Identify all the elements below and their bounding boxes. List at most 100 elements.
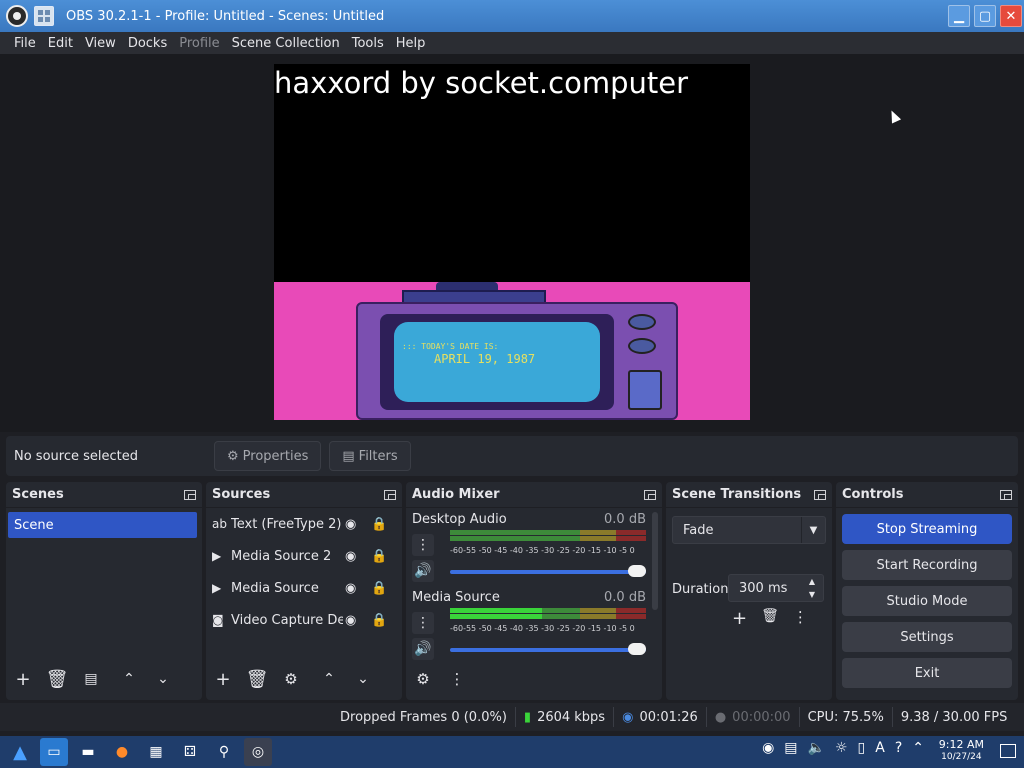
channel-menu-button[interactable]: ⋮ <box>412 612 434 634</box>
preview-canvas[interactable]: haxxord by socket.computer ::: TODAY'S D… <box>274 64 750 420</box>
move-down-icon[interactable]: ⌄ <box>350 666 376 692</box>
stop-streaming-button[interactable]: Stop Streaming <box>842 514 1012 544</box>
move-down-icon[interactable]: ⌄ <box>150 666 176 692</box>
brightness-icon[interactable]: ☼ <box>835 740 848 756</box>
properties-button[interactable]: ⚙ Properties <box>214 441 322 471</box>
usb-icon[interactable]: ▯ <box>858 740 866 756</box>
meter-scale: -60-55 -50 -45 -40 -35 -30 -25 -20 -15 -… <box>450 546 635 555</box>
file-manager-icon[interactable]: ▭ <box>40 738 68 766</box>
menu-edit[interactable]: Edit <box>42 36 79 51</box>
obs-tray-icon[interactable]: ◉ <box>762 740 774 756</box>
mixer-settings-icon[interactable]: ⚙ <box>410 666 436 692</box>
menu-help[interactable]: Help <box>390 36 432 51</box>
mixer-channel: Media Source 0.0 dB ⋮ -60-55 -50 -45 -40… <box>412 590 646 662</box>
scene-item[interactable]: Scene <box>8 512 197 538</box>
eye-icon[interactable]: ◉ <box>345 517 363 532</box>
obs-logo-icon[interactable] <box>6 5 28 27</box>
tv-scene: ::: TODAY'S DATE IS: APRIL 19, 1987 <box>274 282 750 420</box>
obs-taskbar-icon[interactable]: ◎ <box>244 738 272 766</box>
volume-meter <box>450 530 646 544</box>
minimize-button[interactable]: ▁ <box>948 5 970 27</box>
lock-icon[interactable]: 🔒 <box>371 549 387 564</box>
help-icon[interactable]: ? <box>895 740 902 756</box>
eye-icon[interactable]: ◉ <box>345 613 363 628</box>
source-item[interactable]: ▶ Media Source ◉ 🔒 <box>212 574 398 602</box>
lock-icon[interactable]: 🔒 <box>371 581 387 596</box>
mixer-menu-icon[interactable]: ⋮ <box>444 666 470 692</box>
eye-icon[interactable]: ◉ <box>345 581 363 596</box>
move-up-icon[interactable]: ⌃ <box>316 666 342 692</box>
calculator-icon[interactable]: ▦ <box>142 738 170 766</box>
exit-button[interactable]: Exit <box>842 658 1012 688</box>
keyboard-layout-icon[interactable]: A <box>875 740 885 756</box>
menu-view[interactable]: View <box>79 36 122 51</box>
trash-icon[interactable]: 🗑 <box>761 608 779 629</box>
sources-title: Sources <box>212 487 271 502</box>
firefox-icon[interactable]: ● <box>108 738 136 766</box>
undock-icon[interactable] <box>1000 489 1012 500</box>
undock-icon[interactable] <box>814 489 826 500</box>
preview-area[interactable]: haxxord by socket.computer ::: TODAY'S D… <box>0 54 1024 432</box>
transition-select[interactable]: Fade ▼ <box>672 516 826 544</box>
source-item[interactable]: ab Text (FreeType 2) ◉ 🔒 <box>212 510 398 538</box>
play-icon: ▶ <box>212 549 222 563</box>
terminal-icon[interactable]: ▬ <box>74 738 102 766</box>
filters-button[interactable]: ▤ Filters <box>329 441 411 471</box>
audio-mixer-dock: Audio Mixer Desktop Audio 0.0 dB ⋮ -60-5… <box>406 482 662 700</box>
menu-docks[interactable]: Docks <box>122 36 173 51</box>
undock-icon[interactable] <box>184 489 196 500</box>
menu-file[interactable]: File <box>8 36 42 51</box>
channel-menu-button[interactable]: ⋮ <box>412 534 434 556</box>
trash-icon[interactable]: 🗑 <box>244 666 270 692</box>
start-recording-button[interactable]: Start Recording <box>842 550 1012 580</box>
clock[interactable]: 9:12 AM 10/27/24 <box>939 738 984 764</box>
clipboard-icon[interactable]: ▤ <box>784 740 797 756</box>
volume-slider[interactable] <box>450 643 646 655</box>
camera-icon: ◙ <box>212 613 224 627</box>
lock-icon[interactable]: 🔒 <box>371 613 387 628</box>
menu-tools[interactable]: Tools <box>346 36 390 51</box>
show-desktop-icon[interactable] <box>1000 744 1016 758</box>
dice-icon[interactable]: ⚃ <box>176 738 204 766</box>
maximize-button[interactable]: ▢ <box>974 5 996 27</box>
menu-scene-collection[interactable]: Scene Collection <box>226 36 346 51</box>
settings-button[interactable]: Settings <box>842 622 1012 652</box>
title-bar: OBS 30.2.1-1 - Profile: Untitled - Scene… <box>0 0 1024 32</box>
studio-mode-button[interactable]: Studio Mode <box>842 586 1012 616</box>
app-icon[interactable]: ⚲ <box>210 738 238 766</box>
lock-icon[interactable]: 🔒 <box>371 517 387 532</box>
undock-icon[interactable] <box>644 489 656 500</box>
tv-graphic: ::: TODAY'S DATE IS: APRIL 19, 1987 <box>356 302 678 420</box>
scene-filters-icon[interactable]: ▤ <box>78 666 104 692</box>
mixer-scrollbar[interactable] <box>652 512 658 610</box>
close-button[interactable]: ✕ <box>1000 5 1022 27</box>
trash-icon[interactable]: 🗑 <box>44 666 70 692</box>
add-scene-button[interactable]: + <box>10 666 36 692</box>
overlay-text: haxxord by socket.computer <box>274 66 689 100</box>
volume-slider[interactable] <box>450 565 646 577</box>
add-source-button[interactable]: + <box>210 666 236 692</box>
volume-icon[interactable]: 🔈 <box>808 740 825 756</box>
eye-icon[interactable]: ◉ <box>345 549 363 564</box>
channel-db: 0.0 dB <box>604 512 646 527</box>
audio-mixer-title: Audio Mixer <box>412 487 500 502</box>
pin-icon[interactable] <box>34 6 54 26</box>
speaker-icon[interactable]: 🔊 <box>412 560 434 582</box>
move-up-icon[interactable]: ⌃ <box>116 666 142 692</box>
bitrate: 2604 kbps <box>537 709 606 725</box>
filter-icon: ▤ <box>342 448 355 464</box>
menu-profile[interactable]: Profile <box>173 36 225 51</box>
source-item[interactable]: ▶ Media Source 2 ◉ 🔒 <box>212 542 398 570</box>
gear-icon[interactable]: ⚙ <box>278 666 304 692</box>
chevron-up-icon[interactable]: ⌃ <box>912 740 924 756</box>
duration-input[interactable]: 300 ms ▲ ▼ <box>728 574 824 602</box>
undock-icon[interactable] <box>384 489 396 500</box>
speaker-icon[interactable]: 🔊 <box>412 638 434 660</box>
system-tray: ◉ ▤ 🔈 ☼ ▯ A ? ⌃ <box>762 740 924 756</box>
add-transition-button[interactable]: + <box>732 608 747 629</box>
source-item[interactable]: ◙ Video Capture Dev ◉ 🔒 <box>212 606 398 634</box>
start-menu-icon[interactable]: ▲ <box>6 738 34 766</box>
stream-time: 00:01:26 <box>639 709 698 725</box>
transition-menu-icon[interactable]: ⋮ <box>793 608 808 629</box>
duration-stepper[interactable]: ▲ ▼ <box>801 575 823 601</box>
